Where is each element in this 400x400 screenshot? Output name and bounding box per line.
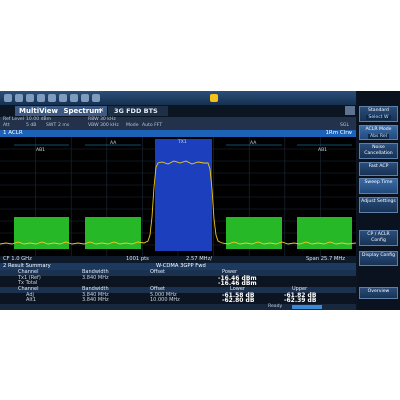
channel-label-tx: TX1 bbox=[177, 139, 187, 145]
vbw-label: VBW bbox=[88, 123, 99, 128]
softkey-indicator: Abs Rel bbox=[368, 133, 389, 139]
redo-icon[interactable] bbox=[59, 94, 67, 102]
softkey-fast-acp[interactable]: Fast ACP bbox=[359, 162, 398, 176]
softkey-noise-cancellation[interactable]: Noise Cancellation bbox=[359, 143, 398, 159]
softkey-aclr-mode[interactable]: ACLR Mode Abs Rel bbox=[359, 125, 398, 140]
open-icon[interactable] bbox=[15, 94, 23, 102]
tab-3g-label: 3G FDD BTS bbox=[114, 107, 158, 115]
swt-value: 2 ms bbox=[58, 123, 70, 128]
analyzer-screen: MultiView Spectrum ✕ 3G FDD BTS Ref Leve… bbox=[0, 91, 400, 310]
cell-channel: Alt1 bbox=[26, 297, 36, 303]
spectrum-plot[interactable]: AB1 AA TX1 AA AB1 bbox=[0, 137, 356, 256]
print-icon[interactable] bbox=[37, 94, 45, 102]
vbw-value: 300 kHz bbox=[100, 123, 119, 128]
softkey-overview[interactable]: Overview bbox=[359, 287, 398, 299]
spectrum-svg: AB1 AA TX1 AA AB1 bbox=[0, 137, 356, 256]
sgl-indicator: SGL bbox=[340, 123, 350, 128]
menu-icon[interactable] bbox=[4, 94, 12, 102]
mode-label: Mode bbox=[126, 123, 139, 128]
softkey-label: Display Config bbox=[361, 253, 396, 258]
softkey-label: CP / ACLR Config bbox=[367, 232, 390, 243]
cell-lower: -62.80 dB bbox=[222, 297, 255, 304]
softkey-cp-aclr-config[interactable]: CP / ACLR Config bbox=[359, 230, 398, 246]
span-per-div: 2.57 MHz/ bbox=[186, 256, 213, 262]
att-label: Att bbox=[3, 123, 10, 128]
frequency-axis: CF 1.0 GHz 1001 pts 2.57 MHz/ Span 25.7 … bbox=[0, 256, 356, 263]
marker-icon[interactable] bbox=[81, 94, 89, 102]
softkey-label: Sweep Time bbox=[364, 180, 393, 185]
cell-bandwidth: 3.840 MHz bbox=[82, 297, 109, 303]
measurement-info: Ref Level 10.00 dBm Att 5 dB SWT 2 ms RB… bbox=[0, 117, 356, 130]
channel-label-alt-left: AB1 bbox=[36, 147, 45, 153]
window-close-button[interactable] bbox=[345, 106, 355, 115]
split-icon[interactable] bbox=[92, 94, 100, 102]
softkey-display-config[interactable]: Display Config bbox=[359, 251, 398, 266]
help-icon[interactable] bbox=[210, 94, 218, 102]
softkey-label: Noise Cancellation bbox=[364, 145, 393, 156]
progress-indicator bbox=[292, 305, 322, 309]
softkey-panel: Standard Select W ACLR Mode Abs Rel Nois… bbox=[357, 91, 400, 310]
channel-label-adj-right: AA bbox=[250, 140, 257, 146]
table-row: Alt1 3.840 MHz 10.000 MHz -62.80 dB -62.… bbox=[0, 297, 356, 304]
result-table: Channel Bandwidth Offset Power Tx1 (Ref)… bbox=[0, 269, 356, 304]
undo-icon[interactable] bbox=[48, 94, 56, 102]
tab-multiview-label: MultiView bbox=[19, 107, 59, 115]
cell-upper: -62.39 dB bbox=[284, 297, 317, 304]
center-frequency: CF 1.0 GHz bbox=[3, 256, 32, 262]
tab-3g-fdd-bts[interactable]: 3G FDD BTS bbox=[108, 106, 168, 116]
trace-name: 1 ACLR bbox=[3, 130, 23, 136]
channel-label-alt-right: AB1 bbox=[318, 147, 327, 153]
zoom-icon[interactable] bbox=[70, 94, 78, 102]
channel-label-adj-left: AA bbox=[110, 140, 117, 146]
close-icon[interactable]: ✕ bbox=[99, 106, 104, 116]
span-value: Span 25.7 MHz bbox=[306, 256, 345, 262]
toolbar bbox=[0, 91, 356, 105]
softkey-label: Overview bbox=[367, 289, 390, 294]
softkey-standard[interactable]: Standard Select W bbox=[359, 106, 398, 122]
att-value: 5 dB bbox=[26, 123, 37, 128]
status-bar: Ready bbox=[0, 304, 356, 310]
adj-channel-right bbox=[226, 217, 282, 249]
mode-value: Auto FFT bbox=[142, 123, 163, 128]
softkey-label: Standard bbox=[368, 108, 389, 113]
softkey-adjust-settings[interactable]: Adjust Settings bbox=[359, 197, 398, 213]
softkey-label: ACLR Mode bbox=[365, 127, 392, 132]
result-summary-header: 2 Result Summary W-CDMA 3GPP Fwd bbox=[0, 263, 356, 270]
tx-channel bbox=[155, 139, 212, 251]
cell-offset: 10.000 MHz bbox=[150, 297, 180, 303]
softkey-label: Adjust Settings bbox=[361, 199, 396, 204]
trace-header: 1 ACLR 1Rm Clrw bbox=[0, 130, 356, 137]
softkey-sweep-time[interactable]: Sweep Time bbox=[359, 178, 398, 194]
status-ready: Ready bbox=[268, 304, 283, 309]
swt-label: SWT bbox=[46, 123, 57, 128]
softkey-label: Fast ACP bbox=[368, 164, 389, 169]
save-icon[interactable] bbox=[26, 94, 34, 102]
tab-spectrum-label: Spectrum bbox=[63, 107, 102, 115]
tab-multiview[interactable]: MultiView Spectrum ✕ bbox=[15, 106, 107, 116]
trace-mode: 1Rm Clrw bbox=[325, 130, 352, 136]
points-count: 1001 pts bbox=[126, 256, 149, 262]
softkey-indicator: Select W bbox=[366, 114, 391, 120]
